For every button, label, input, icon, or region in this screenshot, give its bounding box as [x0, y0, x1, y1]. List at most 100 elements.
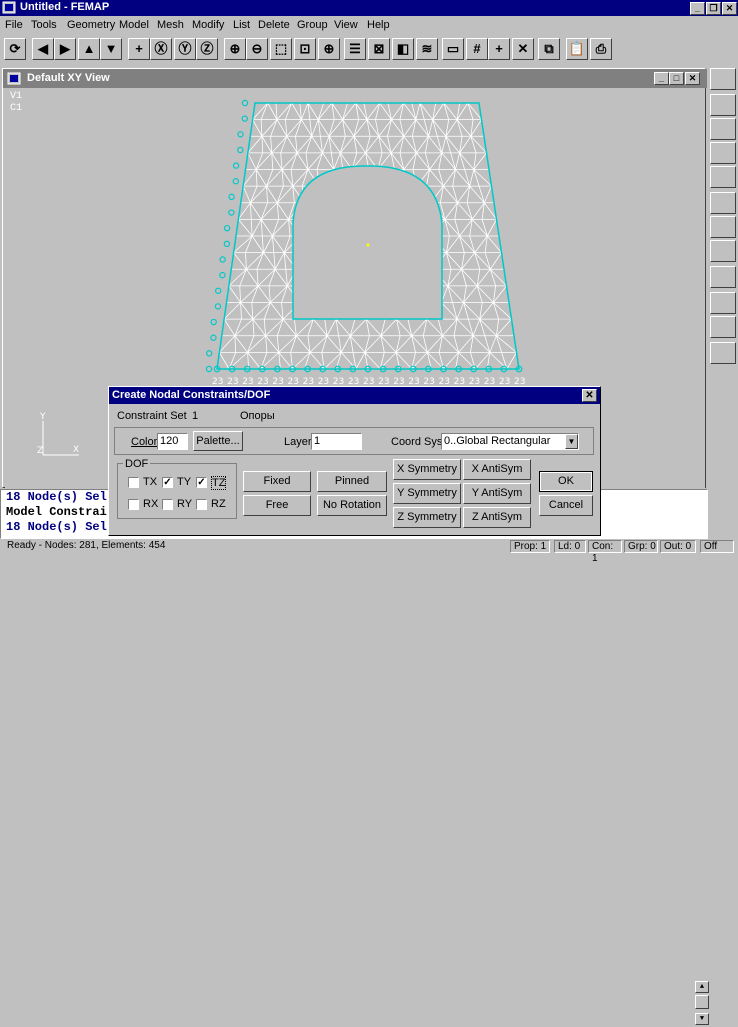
constraint-node	[223, 224, 231, 232]
free-button[interactable]: Free	[243, 495, 311, 516]
rx-label: RX	[143, 498, 159, 510]
cancel-button[interactable]: Cancel	[539, 495, 593, 516]
arrow-left-icon[interactable]: ◀	[32, 38, 54, 60]
menu-mesh[interactable]: Mesh	[157, 19, 184, 31]
solid-icon-2[interactable]	[710, 240, 736, 262]
app-title-bar[interactable]: Untitled - FEMAP _ ❐ ✕	[0, 0, 738, 16]
window-icon[interactable]: ▭	[442, 38, 464, 60]
constraint-node	[232, 162, 240, 169]
geometry-icon[interactable]	[710, 94, 736, 116]
loads-icon[interactable]	[710, 266, 736, 288]
create-nodal-constraints-dialog: Create Nodal Constraints/DOF ✕ Constrain…	[108, 386, 601, 536]
menu-file[interactable]: File	[5, 19, 23, 31]
center-icon[interactable]: ⊕	[318, 38, 340, 60]
constraint-icon[interactable]	[710, 292, 736, 314]
grid-icon[interactable]: #	[466, 38, 488, 60]
scroll-down-icon[interactable]: ▼	[695, 1013, 709, 1025]
nodes-icon[interactable]	[710, 118, 736, 140]
rotate-z-icon[interactable]: Ⓩ	[196, 38, 218, 60]
cross-icon[interactable]: +	[488, 38, 510, 60]
palette-button[interactable]: Palette...	[193, 431, 243, 451]
minimize-button[interactable]: _	[690, 2, 705, 15]
zoom-in-icon[interactable]: ⊕	[224, 38, 246, 60]
restore-button[interactable]: ❐	[706, 2, 721, 15]
ty-checkbox[interactable]: ✓	[162, 477, 173, 488]
x-mark-icon[interactable]: ✕	[512, 38, 534, 60]
no-rotation-button[interactable]: No Rotation	[317, 495, 387, 516]
coord-sys-label: Coord Sys	[391, 436, 443, 448]
dialog-title-bar[interactable]: Create Nodal Constraints/DOF	[109, 387, 600, 404]
layers-icon[interactable]: ≋	[416, 38, 438, 60]
autoscale-icon[interactable]: ⊡	[294, 38, 316, 60]
constraint-set-name: Опоры	[240, 410, 275, 422]
menu-bar: File Tools Geometry Model Mesh Modify Li…	[0, 17, 738, 34]
center-point	[366, 243, 370, 247]
mesh-icon[interactable]	[710, 166, 736, 188]
arrow-up-icon[interactable]: ▲	[78, 38, 100, 60]
view-select-icon[interactable]	[710, 342, 736, 364]
menu-geometry[interactable]: Geometry	[67, 19, 115, 31]
menu-view[interactable]: View	[334, 19, 358, 31]
ry-checkbox[interactable]	[162, 499, 173, 510]
ok-button[interactable]: OK	[539, 471, 593, 492]
z-symmetry-button[interactable]: Z Symmetry	[393, 507, 461, 528]
menu-group[interactable]: Group	[297, 19, 328, 31]
elements-icon[interactable]	[710, 142, 736, 164]
surface-icon[interactable]	[710, 216, 736, 238]
rx-checkbox[interactable]	[128, 499, 139, 510]
solid-icon[interactable]: ◧	[392, 38, 414, 60]
main-toolbar: ⟳ ◀ ▶ ▲ ▼ + Ⓧ Ⓨ Ⓩ ⊕ ⊖ ⬚ ⊡ ⊕ ☰ ⊠ ◧ ≋ ▭ # …	[0, 36, 738, 64]
plus-icon[interactable]: +	[128, 38, 150, 60]
zoom-box-icon[interactable]: ⬚	[270, 38, 292, 60]
dialog-close-button[interactable]: ✕	[582, 389, 597, 402]
view-restore-button[interactable]: □	[669, 72, 684, 85]
menu-model[interactable]: Model	[119, 19, 149, 31]
menu-help[interactable]: Help	[367, 19, 390, 31]
tx-checkbox[interactable]	[128, 477, 139, 488]
y-symmetry-button[interactable]: Y Symmetry	[393, 483, 461, 504]
layer-input[interactable]: 1	[311, 433, 362, 450]
rotate-icon[interactable]: ⟳	[4, 38, 26, 60]
arrows-down-icon[interactable]	[710, 316, 736, 338]
zoom-out-icon[interactable]: ⊖	[246, 38, 268, 60]
curve-icon[interactable]	[710, 192, 736, 214]
chevron-down-icon[interactable]: ▼	[565, 434, 578, 449]
view-close-button[interactable]: ✕	[685, 72, 700, 85]
x-symmetry-button[interactable]: X Symmetry	[393, 459, 461, 480]
status-prop: Prop: 1	[510, 540, 550, 553]
list-icon[interactable]: ☰	[344, 38, 366, 60]
rotate-y-icon[interactable]: Ⓨ	[174, 38, 196, 60]
tz-checkbox[interactable]: ✓	[196, 477, 207, 488]
copy-icon[interactable]: ⧉	[538, 38, 560, 60]
menu-delete[interactable]: Delete	[258, 19, 290, 31]
rotate-x-icon[interactable]: Ⓧ	[150, 38, 172, 60]
menu-tools[interactable]: Tools	[31, 19, 57, 31]
console-scrollbar[interactable]: ▲ ▼	[695, 981, 709, 1027]
coord-sys-select[interactable]: 0..Global Rectangular ▼	[441, 433, 579, 450]
fixed-button[interactable]: Fixed	[243, 471, 311, 492]
clipboard-icon[interactable]: 📋	[566, 38, 588, 60]
y-antisym-button[interactable]: Y AntiSym	[463, 483, 531, 504]
view-minimize-button[interactable]: _	[654, 72, 669, 85]
menu-list[interactable]: List	[233, 19, 250, 31]
constraint-node	[241, 99, 249, 107]
axis-x-label: X	[73, 445, 79, 455]
arrow-down-icon[interactable]: ▼	[100, 38, 122, 60]
view-title-bar[interactable]: Default XY View _ □ ✕	[3, 69, 707, 88]
color-input[interactable]: 120	[157, 433, 188, 450]
scroll-thumb[interactable]	[695, 995, 709, 1009]
rz-checkbox[interactable]	[196, 499, 207, 510]
box-x-icon[interactable]: ⊠	[368, 38, 390, 60]
constraint-node	[223, 240, 231, 248]
close-button[interactable]: ✕	[722, 2, 737, 15]
scroll-up-icon[interactable]: ▲	[695, 981, 709, 993]
print-icon[interactable]: ⎙	[590, 38, 612, 60]
arrow-right-icon[interactable]: ▶	[54, 38, 76, 60]
constraint-node	[228, 209, 235, 216]
x-antisym-button[interactable]: X AntiSym	[463, 459, 531, 480]
z-antisym-button[interactable]: Z AntiSym	[463, 507, 531, 528]
constraint-node	[206, 350, 213, 357]
pinned-button[interactable]: Pinned	[317, 471, 387, 492]
save-icon[interactable]	[710, 68, 736, 90]
menu-modify[interactable]: Modify	[192, 19, 224, 31]
